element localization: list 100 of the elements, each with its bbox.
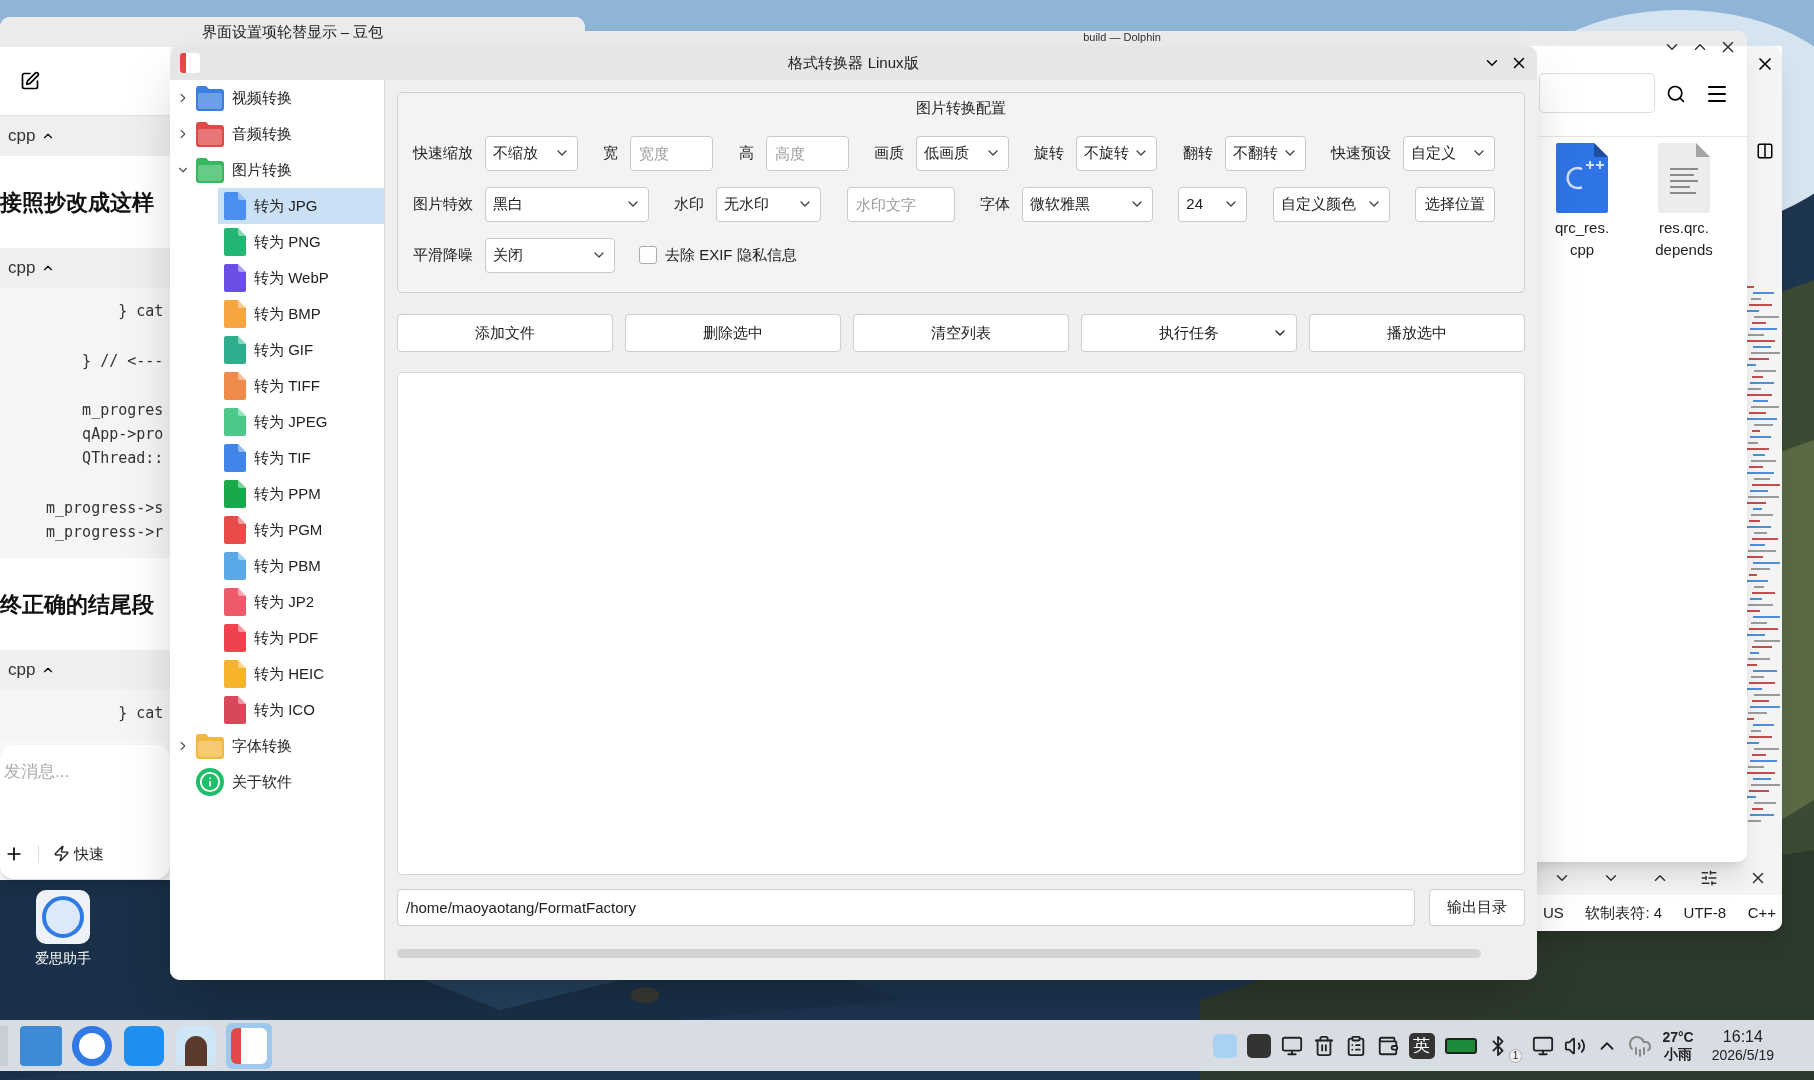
tree-item[interactable]: 转为 ICO: [218, 692, 384, 728]
tree-item[interactable]: 转为 TIF: [218, 440, 384, 476]
weather: 小雨: [1664, 1045, 1693, 1063]
tree-item[interactable]: 视频转换: [196, 80, 384, 116]
folder-icon: [196, 733, 224, 759]
window-title: 格式转换器 Linux版: [788, 52, 919, 73]
code-language: cpp: [8, 125, 36, 148]
run-task-menu-button[interactable]: 执行任务: [1081, 314, 1297, 352]
file-item[interactable]: res.qrc. depends: [1644, 143, 1724, 261]
dropdown[interactable]: 24: [1178, 186, 1248, 222]
tree-item[interactable]: 转为 PBM: [218, 548, 384, 584]
dropdown[interactable]: 不缩放: [485, 135, 578, 171]
status-item[interactable]: UTF-8: [1683, 901, 1727, 925]
text-field[interactable]: 高度: [765, 135, 849, 171]
tree-item[interactable]: 转为 PPM: [218, 476, 384, 512]
dropdown[interactable]: 微软雅黑: [1022, 186, 1153, 222]
tree-item[interactable]: 转为 TIFF: [218, 368, 384, 404]
status-item[interactable]: 软制表符: 4: [1585, 901, 1663, 925]
tree-item[interactable]: 转为 JP2: [218, 584, 384, 620]
output-path-field[interactable]: /home/maoyaotang/FormatFactory: [397, 889, 1415, 926]
action-button[interactable]: 清空列表: [853, 314, 1069, 352]
panel-title: 图片转换配置: [916, 98, 1006, 118]
quick-button[interactable]: 快速: [53, 842, 104, 865]
desktop-icon[interactable]: 爱思助手: [28, 890, 98, 969]
code-line: } cat: [117, 301, 165, 322]
new-chat-icon[interactable]: [20, 71, 40, 91]
code-line: QThread::: [81, 448, 165, 469]
info-icon: [196, 768, 224, 796]
dropdown[interactable]: 不翻转: [1224, 135, 1306, 171]
tree-item[interactable]: 转为 PDF: [218, 620, 384, 656]
status-item[interactable]: US: [1543, 901, 1564, 925]
converter-tray-icon[interactable]: [1246, 1033, 1271, 1058]
tree-item[interactable]: 转为 JPEG: [218, 404, 384, 440]
dropdown[interactable]: 黑白: [485, 186, 649, 222]
clock-date[interactable]: 2026/5/19: [1711, 1045, 1774, 1064]
field-label: 平滑降噪: [413, 244, 473, 265]
location-field[interactable]: [1539, 73, 1655, 113]
field-label: 字体: [980, 193, 1010, 214]
trash-icon[interactable]: [1312, 1034, 1335, 1057]
output-directory-button[interactable]: 输出目录: [1429, 889, 1525, 926]
clock-time[interactable]: 16:14: [1722, 1027, 1763, 1046]
checkbox-label: 去除 EXIF 隐私信息: [665, 244, 797, 265]
monitor-icon[interactable]: [1280, 1034, 1303, 1057]
text-field[interactable]: 宽度: [630, 135, 714, 171]
action-button[interactable]: 播放选中: [1309, 314, 1525, 352]
field-label: 高: [738, 142, 754, 163]
folder-icon: [196, 157, 224, 183]
tree-item[interactable]: 转为 GIF: [218, 332, 384, 368]
converter-app-icon[interactable]: [226, 1022, 272, 1069]
settings-icon[interactable]: [1699, 869, 1718, 887]
tree-item[interactable]: 转为 PGM: [218, 512, 384, 548]
heading: 接照抄改成这样: [0, 188, 154, 217]
tree-item[interactable]: 转为 HEIC: [218, 656, 384, 692]
text-field[interactable]: 水印文字: [846, 186, 955, 222]
dropdown[interactable]: 自定义颜色: [1272, 186, 1390, 222]
action-button[interactable]: 删除选中: [625, 314, 841, 352]
app-logo-icon: [36, 890, 90, 944]
tree-item[interactable]: 字体转换: [196, 728, 384, 764]
status-item[interactable]: C++: [1747, 901, 1776, 925]
tree-item[interactable]: 音频转换: [196, 116, 384, 152]
folder-app-icon[interactable]: [20, 1025, 62, 1066]
app-icon: [180, 53, 200, 73]
dropdown[interactable]: 低画质: [916, 135, 1009, 171]
code-line: m_progress->r: [46, 522, 165, 543]
cpp-file-icon: [1556, 143, 1608, 213]
action-button[interactable]: 添加文件: [397, 314, 613, 352]
dropdown[interactable]: 自定义: [1402, 135, 1495, 171]
folder-icon: [196, 85, 224, 111]
field-label: 图片特效: [413, 193, 473, 214]
field-label: 宽: [603, 142, 619, 163]
code-line: m_progres: [81, 400, 165, 421]
search-icon[interactable]: [1666, 84, 1686, 104]
input-method-indicator[interactable]: 英: [1408, 1032, 1435, 1059]
rain-cloud-icon: [1628, 1033, 1653, 1058]
tree-item[interactable]: 转为 PNG: [218, 224, 384, 260]
dropdown[interactable]: 无水印: [716, 186, 822, 222]
code-language: cpp: [8, 659, 36, 682]
tree-item[interactable]: 关于软件: [196, 764, 384, 800]
checkbox[interactable]: [639, 246, 657, 264]
code-line: qApp->pro: [81, 424, 165, 445]
tree-item[interactable]: 图片转换: [196, 152, 384, 188]
wallet-icon[interactable]: [1376, 1034, 1399, 1057]
field-label: 翻转: [1182, 142, 1213, 163]
message-field[interactable]: 发消息...: [4, 759, 154, 785]
field-label: 快速缩放: [413, 142, 473, 163]
avatar-app-icon[interactable]: [176, 1025, 216, 1066]
select-position-button[interactable]: 选择位置: [1414, 186, 1495, 222]
tree-item[interactable]: 转为 BMP: [218, 296, 384, 332]
split-view-icon[interactable]: [1756, 142, 1774, 160]
file-item[interactable]: qrc_res. cpp: [1542, 143, 1622, 261]
notification-badge: 1: [1508, 1048, 1523, 1063]
tree-item[interactable]: 转为 JPG: [218, 188, 384, 224]
tree-item[interactable]: 转为 WebP: [218, 260, 384, 296]
battery-icon: [1444, 1037, 1477, 1054]
text-file-icon: [1658, 143, 1710, 213]
code-line: m_progress->s: [46, 498, 165, 519]
dropdown[interactable]: 不旋转: [1076, 135, 1158, 171]
dropdown[interactable]: 关闭: [485, 237, 615, 273]
browser-app-icon[interactable]: [72, 1025, 112, 1066]
temperature: 27°C: [1662, 1028, 1694, 1046]
